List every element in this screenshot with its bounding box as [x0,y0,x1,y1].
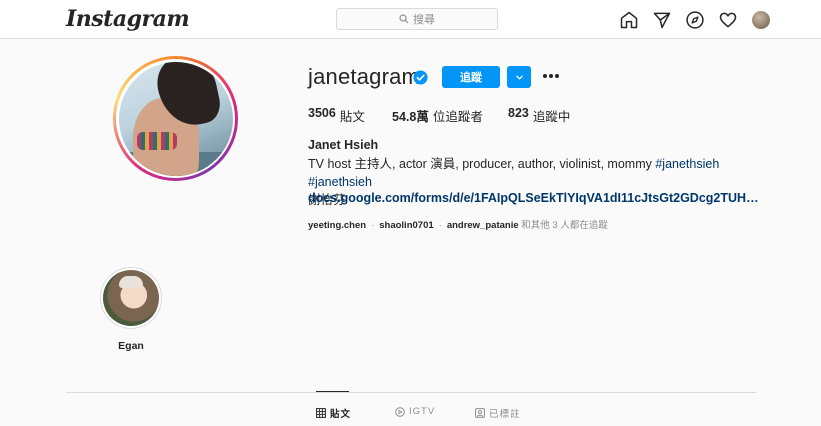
tabs-divider [66,392,756,393]
direct-icon[interactable] [651,9,673,31]
bio-text: TV host 主持人, actor 演員, producer, author,… [308,157,656,171]
tab-igtv-label: IGTV [409,406,436,417]
chevron-down-icon [515,75,523,80]
tagged-user-icon [475,408,485,418]
following-stat[interactable]: 823 追蹤中 [508,106,570,125]
more-options-button[interactable] [541,68,561,84]
tab-tagged-label: 已標註 [489,409,521,420]
tab-posts-label: 貼文 [330,409,352,420]
suggested-accounts-button[interactable] [507,66,531,88]
posts-stat: 3506 貼文 [308,106,365,125]
mutual-follower-1[interactable]: yeeting.chen [308,220,366,231]
story-highlight[interactable] [100,267,162,329]
followed-by-suffix: 和其他 3 人都在追蹤 [521,220,608,231]
story-highlight-cover [103,270,159,326]
profile-picture [118,61,233,176]
active-tab-indicator [316,391,349,392]
highlight-cover-hat [119,276,143,288]
profile-picture-border [116,59,235,178]
bio-hashtag-link[interactable]: #janethsieh [308,175,372,189]
tab-tagged[interactable]: 已標註 [475,406,521,420]
followers-label: 位追蹤者 [432,110,483,124]
grid-icon [316,408,326,418]
tab-igtv[interactable]: IGTV [395,406,435,417]
home-icon[interactable] [618,9,640,31]
top-nav-bar: Instagram 搜尋 [0,0,821,39]
ellipsis-icon [543,74,559,78]
followers-count: 54.8萬 [392,110,429,124]
search-icon [399,14,409,24]
profile-picture-story-ring[interactable] [113,56,238,181]
search-placeholder: 搜尋 [413,14,435,26]
follow-button[interactable]: 追蹤 [442,66,500,88]
mutual-follower-2[interactable]: shaolin0701 [379,220,433,231]
nav-icons [618,9,770,31]
activity-heart-icon[interactable] [717,9,739,31]
igtv-icon [395,406,405,417]
following-label: 追蹤中 [532,110,571,124]
profile-website-link[interactable]: docs.google.com/forms/d/e/1FAIpQLSeEkTlY… [308,191,768,205]
tab-posts[interactable]: 貼文 [316,406,351,420]
profile-avatar-icon[interactable] [752,11,770,29]
followed-by-line[interactable]: yeeting.chen · shaolin0701 · andrew_patanie … [308,217,608,231]
separator-dot: · [438,220,442,231]
profile-username: janetagram [308,64,421,89]
posts-label: 貼文 [339,110,365,124]
search-input[interactable]: 搜尋 [336,8,498,30]
following-count: 823 [508,106,529,120]
mutual-follower-3[interactable]: andrew_patanie [447,220,519,231]
profile-full-name: Janet Hsieh [308,138,379,152]
followers-stat[interactable]: 54.8萬 位追蹤者 [392,106,483,125]
explore-icon[interactable] [684,9,706,31]
profile-picture-swimsuit [136,131,177,150]
separator-dot: · [371,220,375,231]
story-highlight-label: Egan [118,340,144,352]
verified-badge-icon [413,70,428,85]
posts-count: 3506 [308,106,336,120]
bio-hashtag-link[interactable]: #janethsieh [655,157,719,171]
instagram-logo[interactable]: Instagram [66,6,190,32]
